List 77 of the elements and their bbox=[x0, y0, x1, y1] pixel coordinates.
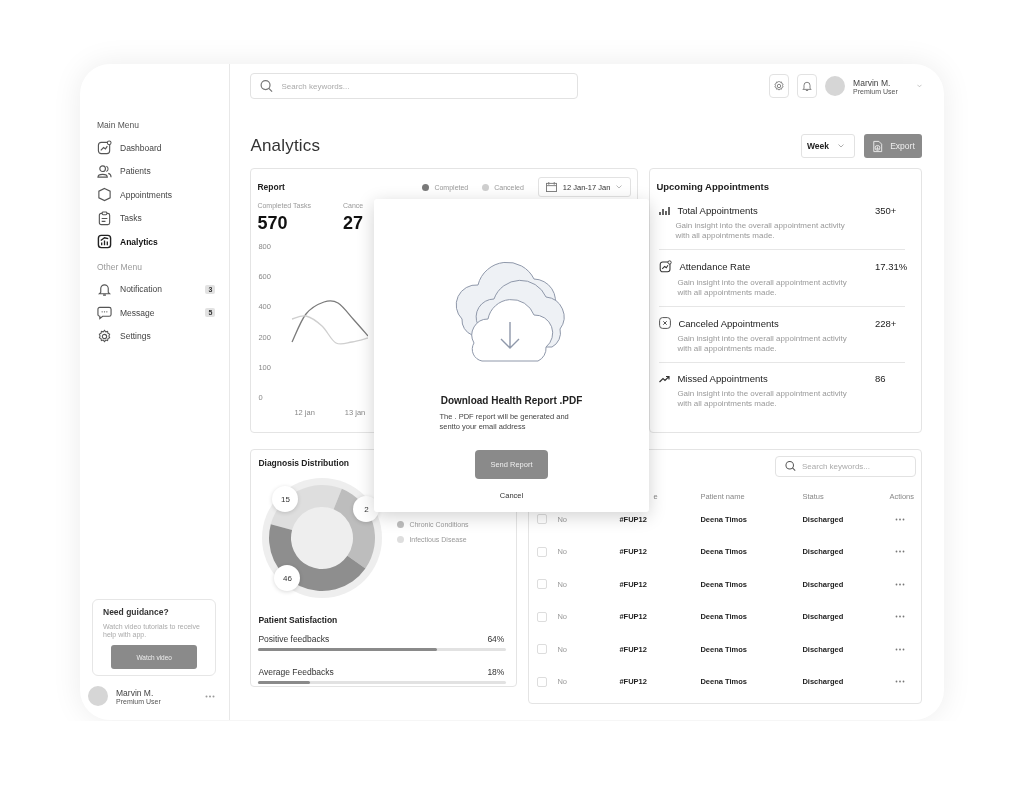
card-title: Diagnosis Distribution bbox=[258, 458, 350, 468]
menu-heading: Main Menu bbox=[97, 120, 141, 130]
nav-item[interactable]: Tasks bbox=[97, 206, 220, 230]
nav-item[interactable]: Appointments bbox=[97, 183, 220, 207]
trend-up-icon bbox=[659, 374, 671, 383]
metric-title: Total Appointments bbox=[677, 205, 759, 216]
guidance-title: Need guidance? bbox=[103, 606, 170, 617]
feedback-value: 64% bbox=[487, 634, 505, 644]
user-name: Marvin M. bbox=[853, 77, 892, 88]
value-bubble: 15 bbox=[272, 486, 299, 512]
feedback-label: Positive feedbacks bbox=[258, 634, 330, 644]
stat-value: 570 bbox=[257, 213, 289, 234]
metric-title: Attendance Rate bbox=[679, 261, 752, 272]
analytics-icon bbox=[97, 234, 112, 250]
nav-item[interactable]: Settings bbox=[97, 324, 220, 348]
metric-value: 86 bbox=[875, 373, 887, 384]
nav-item[interactable]: Patients bbox=[97, 159, 220, 183]
chevron-down-icon[interactable] bbox=[917, 84, 922, 88]
more-icon[interactable] bbox=[895, 550, 905, 554]
section-title: Patient Satisfaction bbox=[258, 615, 339, 625]
more-icon[interactable] bbox=[895, 517, 905, 521]
metric-description: Gain insight into the overall appointment activity with all appointments made. bbox=[677, 334, 848, 354]
bell-icon bbox=[801, 80, 814, 92]
search-field[interactable]: Search keywords... bbox=[250, 73, 579, 99]
bell-icon bbox=[97, 281, 112, 297]
more-icon[interactable] bbox=[895, 615, 905, 619]
dialog-title: Download Health Report .PDF bbox=[440, 395, 583, 406]
metric-value: 17.31% bbox=[875, 261, 905, 272]
menu-heading: Other Menu bbox=[97, 261, 143, 272]
chat-icon bbox=[97, 305, 112, 321]
clipboard-icon bbox=[97, 210, 112, 226]
more-icon[interactable] bbox=[895, 680, 905, 684]
card-title: Report bbox=[257, 182, 286, 192]
card-title: Upcoming Appointments bbox=[656, 181, 770, 192]
feedback-label: Average Feedbacks bbox=[258, 667, 334, 677]
settings-button[interactable] bbox=[769, 74, 790, 98]
chevron-down-icon bbox=[616, 185, 623, 189]
row-checkbox[interactable] bbox=[537, 644, 548, 655]
gear-icon bbox=[773, 80, 785, 92]
metric-description: Gain insight into the overall appointment activity with all appointments made. bbox=[677, 389, 848, 409]
more-icon[interactable] bbox=[895, 647, 905, 651]
metric-value: 350+ bbox=[875, 205, 898, 216]
avatar[interactable] bbox=[825, 76, 846, 96]
chart-icon bbox=[97, 140, 112, 156]
search-icon bbox=[785, 460, 796, 471]
calendar-icon bbox=[545, 182, 557, 192]
metric-title: Canceled Appointments bbox=[678, 317, 780, 329]
nav-item[interactable]: Analytics bbox=[97, 230, 220, 254]
metric-description: Gain insight into the overall appointment activity with all appointments made. bbox=[675, 221, 846, 241]
chevron-down-icon bbox=[838, 144, 844, 148]
page-title: Analytics bbox=[250, 136, 321, 156]
metric-description: Gain insight into the overall appointment activity with all appointments made. bbox=[677, 278, 848, 298]
metric-value: 228+ bbox=[875, 317, 898, 329]
avatar[interactable] bbox=[88, 686, 108, 706]
chart-icon bbox=[659, 260, 673, 273]
notification-button[interactable] bbox=[797, 74, 818, 98]
row-checkbox[interactable] bbox=[537, 514, 548, 525]
row-checkbox[interactable] bbox=[537, 579, 548, 590]
search-field[interactable]: Search keywords... bbox=[775, 456, 916, 477]
bar-chart-icon bbox=[659, 205, 671, 216]
row-checkbox[interactable] bbox=[537, 611, 548, 622]
row-checkbox[interactable] bbox=[537, 676, 548, 687]
period-dropdown[interactable]: Week bbox=[800, 134, 855, 158]
hexagon-icon bbox=[97, 187, 112, 203]
more-icon[interactable] bbox=[895, 582, 905, 586]
nav-item[interactable]: Dashboard bbox=[97, 136, 220, 160]
file-download-icon bbox=[871, 139, 885, 153]
settings-icon bbox=[97, 328, 112, 344]
feedback-value: 18% bbox=[487, 667, 505, 677]
row-checkbox[interactable] bbox=[537, 546, 548, 557]
metric-title: Missed Appointments bbox=[677, 373, 769, 384]
user-name: Marvin M. bbox=[116, 687, 155, 698]
more-icon[interactable] bbox=[205, 694, 216, 698]
close-icon bbox=[659, 317, 672, 329]
search-icon bbox=[260, 79, 274, 93]
stat-value: 27 bbox=[342, 213, 364, 234]
users-icon bbox=[97, 163, 112, 179]
